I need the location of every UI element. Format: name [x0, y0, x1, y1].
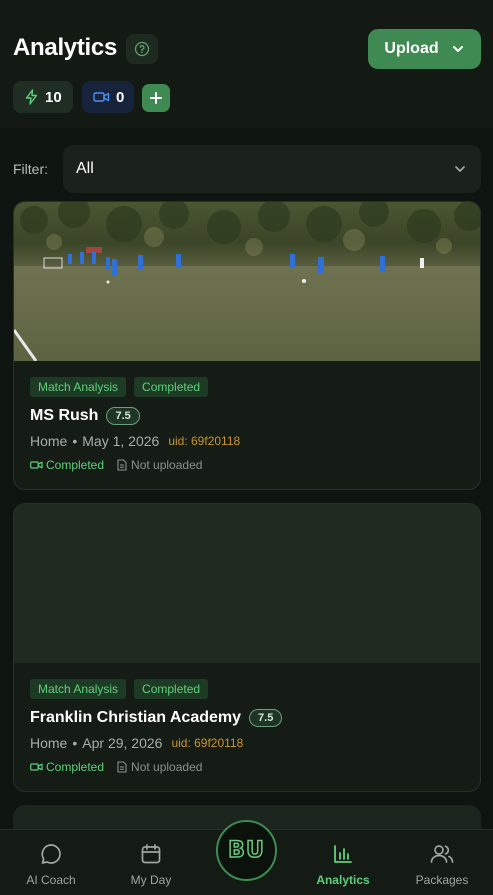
document-status: Not uploaded [117, 760, 202, 774]
match-thumbnail[interactable] [14, 202, 480, 362]
tag-status: Completed [134, 679, 209, 699]
chat-bubble-icon [41, 844, 61, 864]
video-camera-icon [30, 461, 43, 469]
document-icon [117, 761, 127, 773]
tab-analytics[interactable]: Analytics [298, 842, 388, 887]
match-name: MS Rush [30, 407, 99, 424]
help-button[interactable] [126, 34, 158, 64]
card-body: Match Analysis Completed MS Rush 7.5 Hom… [30, 377, 464, 472]
tab-packages[interactable]: Packages [397, 842, 487, 887]
filter-value: All [76, 160, 94, 177]
plus-icon [150, 92, 162, 104]
club-logo-button[interactable]: BU [216, 820, 277, 881]
help-icon [134, 41, 150, 57]
video-status: Completed [30, 458, 104, 472]
video-credits-count: 0 [116, 88, 125, 106]
match-location: Home [30, 735, 68, 751]
tag-type: Match Analysis [30, 377, 127, 397]
tab-label: Packages [415, 873, 469, 887]
bolt-icon [25, 89, 38, 105]
document-status-label: Not uploaded [131, 458, 203, 472]
soccer-field-image [14, 202, 480, 362]
add-credits-button[interactable] [142, 84, 170, 112]
tab-ai-coach[interactable]: AI Coach [6, 842, 96, 887]
filter-label: Filter: [13, 161, 48, 177]
video-status-label: Completed [46, 458, 105, 472]
club-logo: BU [227, 837, 265, 863]
document-status: Not uploaded [117, 458, 202, 472]
bar-chart-icon [334, 845, 352, 863]
header: Analytics Upload 10 0 [0, 0, 493, 128]
document-status-label: Not uploaded [131, 760, 203, 774]
video-status-label: Completed [46, 760, 105, 774]
filter-select[interactable]: All [63, 145, 481, 193]
video-camera-icon [30, 763, 43, 771]
separator-dot: • [72, 433, 78, 449]
upload-label: Upload [384, 40, 439, 57]
analysis-card[interactable]: Match Analysis Completed MS Rush 7.5 Hom… [13, 201, 481, 490]
match-uid: uid: 69f20118 [168, 434, 241, 448]
video-status: Completed [30, 760, 104, 774]
tag-list: Match Analysis Completed [30, 377, 464, 397]
match-date: Apr 29, 2026 [82, 735, 163, 751]
page-title: Analytics [13, 34, 118, 61]
separator-dot: • [72, 735, 78, 751]
users-icon [430, 845, 454, 863]
video-camera-icon [93, 92, 110, 102]
chevron-down-icon [455, 166, 465, 172]
match-date: May 1, 2026 [82, 433, 160, 449]
credits-count: 10 [45, 88, 62, 106]
tag-list: Match Analysis Completed [30, 679, 464, 699]
match-name: Franklin Christian Academy [30, 709, 242, 726]
credits-chip[interactable]: 10 [13, 81, 73, 113]
analysis-card[interactable]: Match Analysis Completed Franklin Christ… [13, 503, 481, 792]
tab-my-day[interactable]: My Day [106, 842, 196, 887]
card-body: Match Analysis Completed Franklin Christ… [30, 679, 464, 774]
match-uid: uid: 69f20118 [171, 736, 244, 750]
tag-type: Match Analysis [30, 679, 127, 699]
upload-button[interactable]: Upload [368, 29, 481, 69]
match-thumbnail[interactable] [14, 504, 480, 663]
tag-status: Completed [134, 377, 209, 397]
match-location: Home [30, 433, 68, 449]
score-badge: 7.5 [106, 407, 140, 425]
video-credits-chip[interactable]: 0 [82, 81, 134, 113]
chevron-down-icon [452, 46, 463, 52]
tab-label: AI Coach [26, 873, 76, 887]
calendar-icon [141, 844, 161, 864]
tab-label: Analytics [316, 873, 370, 887]
tab-label: My Day [130, 873, 172, 887]
score-badge: 7.5 [249, 709, 283, 727]
document-icon [117, 459, 127, 471]
